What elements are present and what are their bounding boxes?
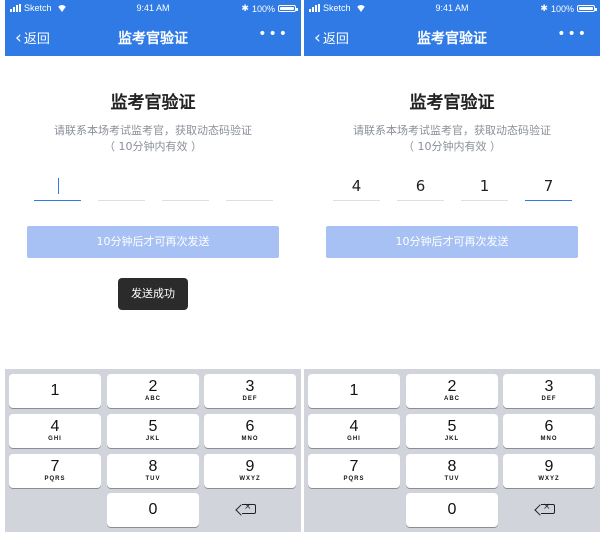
bluetooth-icon: ✱ [241,3,249,13]
validity-text: （ 10分钟内有效 ） [104,140,202,153]
key-4[interactable]: 4 GHI [9,414,101,448]
code-digit-4[interactable] [226,176,273,201]
status-bar: Sketch 9:41 AM ✱ 100% [304,0,600,18]
key-2[interactable]: 2 ABC [406,374,498,408]
key-5[interactable]: 5 JKL [107,414,199,448]
key-3[interactable]: 3 DEF [503,374,595,408]
key-6[interactable]: 6 MNO [503,414,595,448]
page-title: 监考官验证 [110,93,196,113]
code-digit-2[interactable]: 6 [397,176,444,201]
key-8[interactable]: 8 TUV [107,454,199,488]
phone-screen-right: Sketch 9:41 AM ✱ 100% ‹ 返回 监考官验证 ••• 监考官… [304,0,600,537]
code-input[interactable] [34,176,273,201]
more-dots-icon[interactable]: ••• [258,26,289,42]
key-4[interactable]: 4 GHI [308,414,400,448]
key-1[interactable]: 1 [9,374,101,408]
key-8[interactable]: 8 TUV [406,454,498,488]
resend-button[interactable]: 10分钟后才可再次发送 [326,226,578,258]
code-digit-3[interactable] [162,176,209,201]
delete-key[interactable]: × [204,493,296,527]
instruction-text: 请联系本场考试监考官，获取动态码验证 [353,124,551,137]
key-5[interactable]: 5 JKL [406,414,498,448]
nav-bar: ‹ 返回 监考官验证 ••• [5,18,301,56]
key-9[interactable]: 9 WXYZ [503,454,595,488]
status-bar: Sketch 9:41 AM ✱ 100% [5,0,301,18]
key-3[interactable]: 3 DEF [204,374,296,408]
delete-key[interactable]: × [503,493,595,527]
battery-percent: 100% [251,3,275,14]
key-0[interactable]: 0 [406,493,498,527]
numeric-keyboard: 1 2 ABC 3 DEF 4 GHI 5 JKL 6 MNO 7 PQRS 8 TUV 9W… [304,369,600,532]
numeric-keyboard: 1 2 ABC 3 DEF 4 GHI 5 JKL 6 MNO 7 PQRS 8 TUV 9W… [5,369,301,532]
text-cursor [58,178,59,194]
phone-screen-left: Sketch 9:41 AM ✱ 100% ‹ 返回 监考官验证 ••• 监考官… [5,0,301,537]
battery-percent: 100% [550,3,574,14]
validity-text: （ 10分钟内有效 ） [403,140,501,153]
more-dots-icon[interactable]: ••• [557,26,588,42]
key-2[interactable]: 2 ABC [107,374,199,408]
toast-message: 发送成功 [118,278,188,310]
key-6[interactable]: 6 MNO [204,414,296,448]
nav-bar: ‹ 返回 监考官验证 ••• [304,18,600,56]
key-7[interactable]: 7 PQRS [9,454,101,488]
nav-title: 监考官验证 [417,31,487,47]
bluetooth-icon: ✱ [540,3,548,13]
instruction-text: 请联系本场考试监考官，获取动态码验证 [54,124,252,137]
key-7[interactable]: 7 PQRS [308,454,400,488]
code-digit-2[interactable] [98,176,145,201]
code-digit-3[interactable]: 1 [461,176,508,201]
key-1[interactable]: 1 [308,374,400,408]
code-digit-1[interactable]: 4 [333,176,380,201]
battery-icon [577,5,597,12]
nav-title: 监考官验证 [118,31,188,47]
key-0[interactable]: 0 [107,493,199,527]
resend-button[interactable]: 10分钟后才可再次发送 [27,226,279,258]
backspace-icon: × [541,502,555,514]
backspace-icon: × [242,502,256,514]
key-9[interactable]: 9 WXYZ [204,454,296,488]
code-digit-4[interactable]: 7 [525,176,572,201]
code-input[interactable]: 4 6 1 7 [333,176,572,201]
battery-icon [278,5,298,12]
page-title: 监考官验证 [409,93,495,113]
